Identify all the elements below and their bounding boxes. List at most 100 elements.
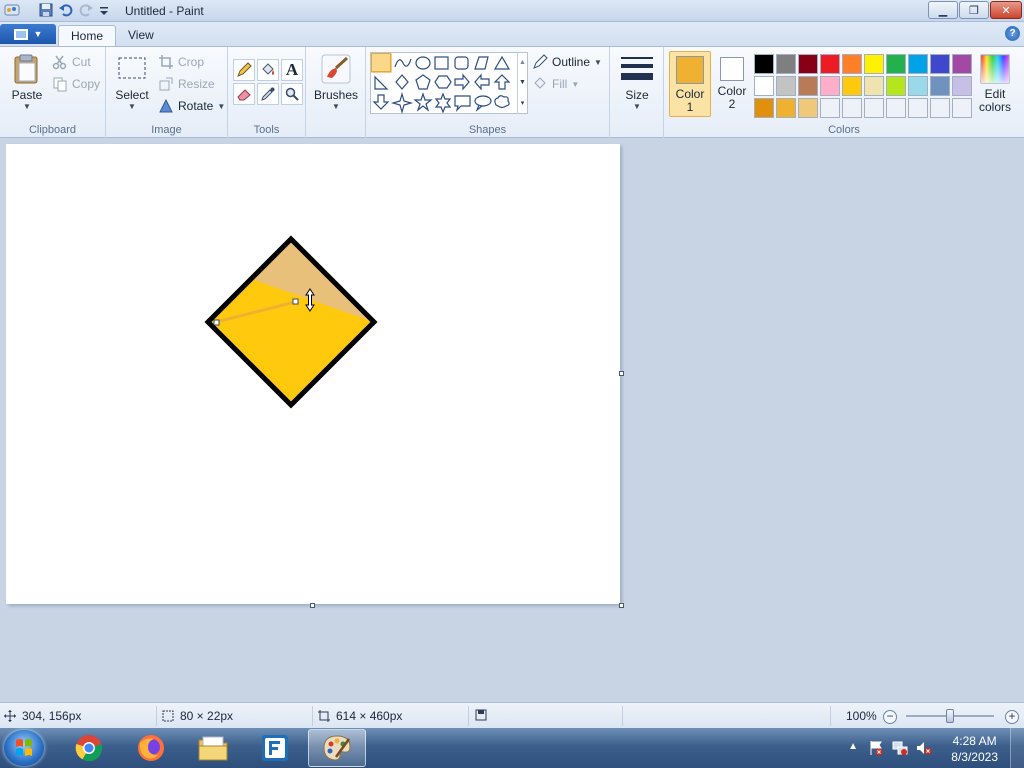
show-hidden-icons-icon[interactable]: ▲ — [848, 741, 858, 752]
palette-swatch[interactable] — [820, 76, 840, 96]
paste-button[interactable]: Paste ▼ — [8, 53, 46, 111]
start-button[interactable] — [4, 730, 44, 766]
palette-swatch[interactable] — [864, 54, 884, 74]
palette-swatch[interactable] — [930, 76, 950, 96]
palette-swatch[interactable] — [886, 54, 906, 74]
palette-swatch[interactable] — [754, 76, 774, 96]
cut-button[interactable]: Cut — [52, 53, 91, 71]
palette-swatch[interactable] — [908, 98, 928, 118]
paint-menu-button[interactable]: ▼ — [0, 24, 56, 44]
save-icon[interactable] — [38, 2, 54, 18]
palette-swatch[interactable] — [864, 98, 884, 118]
undo-icon[interactable] — [58, 2, 74, 18]
palette-swatch[interactable] — [776, 98, 796, 118]
palette-swatch[interactable] — [908, 76, 928, 96]
canvas-resize-handle-corner[interactable] — [619, 603, 624, 608]
resize-button[interactable]: Resize — [158, 75, 215, 93]
select-button[interactable]: Select ▼ — [114, 53, 150, 111]
customize-qat-icon[interactable] — [98, 2, 114, 18]
quick-access-toolbar — [4, 2, 114, 18]
palette-swatch[interactable] — [930, 54, 950, 74]
color1-button[interactable]: Color 1 — [669, 51, 711, 117]
restore-button[interactable]: ❐ — [959, 1, 989, 19]
color-picker-tool[interactable] — [257, 83, 279, 105]
palette-swatch[interactable] — [842, 76, 862, 96]
brushes-button[interactable]: Brushes ▼ — [314, 53, 358, 111]
palette-swatch[interactable] — [952, 54, 972, 74]
copy-button[interactable]: Copy — [52, 75, 100, 93]
chevron-down-icon: ▼ — [217, 101, 226, 111]
palette-swatch[interactable] — [820, 98, 840, 118]
shapes-scroll-up[interactable]: ▲ — [517, 53, 527, 73]
eraser-tool[interactable] — [233, 83, 255, 105]
taskbar-chrome[interactable] — [60, 729, 118, 767]
palette-swatch[interactable] — [842, 98, 862, 118]
colors-group: Color 1 Color 2 Edit colors Colors — [664, 47, 1024, 139]
zoom-in-button[interactable]: + — [1005, 710, 1019, 724]
magnifier-tool[interactable] — [281, 83, 303, 105]
chevron-down-icon: ▼ — [33, 29, 43, 39]
canvas-resize-handle-right[interactable] — [619, 371, 624, 376]
volume-muted-icon[interactable] — [916, 740, 932, 756]
palette-swatch[interactable] — [798, 54, 818, 74]
line-handle-start[interactable] — [213, 319, 220, 326]
taskbar-file-explorer[interactable] — [184, 729, 242, 767]
palette-swatch[interactable] — [952, 98, 972, 118]
palette-swatch[interactable] — [908, 54, 928, 74]
palette-swatch[interactable] — [886, 98, 906, 118]
palette-swatch[interactable] — [820, 54, 840, 74]
selection-size-icon — [162, 710, 174, 722]
crop-button[interactable]: Crop — [158, 53, 204, 71]
close-button[interactable]: ✕ — [990, 1, 1022, 19]
image-group-label: Image — [151, 124, 182, 136]
tab-home[interactable]: Home — [58, 25, 117, 46]
tab-view[interactable]: View — [116, 25, 166, 46]
paint-bucket-icon — [262, 63, 274, 75]
show-desktop-button[interactable] — [1010, 728, 1024, 768]
taskbar-app[interactable] — [246, 729, 304, 767]
fill-tool[interactable] — [257, 59, 279, 81]
text-tool[interactable]: A — [281, 59, 303, 81]
rotate-button[interactable]: Rotate ▼ — [158, 97, 225, 115]
minimize-button[interactable]: ▁ — [928, 1, 958, 19]
network-icon[interactable] — [892, 740, 908, 756]
outline-label: Outline — [552, 55, 591, 69]
palette-swatch[interactable] — [798, 76, 818, 96]
shape-line[interactable] — [371, 53, 391, 72]
palette-swatch[interactable] — [842, 54, 862, 74]
paint-app-icon[interactable] — [4, 2, 20, 18]
canvas-resize-handle-bottom[interactable] — [310, 603, 315, 608]
drawing-canvas[interactable] — [6, 144, 620, 604]
palette-swatch[interactable] — [776, 54, 796, 74]
zoom-slider-thumb[interactable] — [946, 709, 954, 723]
line-handle-end[interactable] — [292, 298, 299, 305]
palette-swatch[interactable] — [864, 76, 884, 96]
shapes-expand[interactable]: ▾ — [517, 93, 527, 114]
palette-swatch[interactable] — [776, 76, 796, 96]
color-spectrum-icon — [980, 54, 1010, 84]
shapes-scroll-down[interactable]: ▼ — [517, 73, 527, 93]
palette-swatch[interactable] — [952, 76, 972, 96]
fill-button[interactable]: Fill ▼ — [532, 75, 579, 93]
palette-swatch[interactable] — [798, 98, 818, 118]
clock[interactable]: 4:28 AM 8/3/2023 — [951, 733, 998, 765]
redo-icon[interactable] — [78, 2, 94, 18]
palette-swatch[interactable] — [754, 98, 774, 118]
taskbar-paint[interactable] — [308, 729, 366, 767]
palette-swatch[interactable] — [930, 98, 950, 118]
status-bar: 304, 156px 80 × 22px 614 × 460px 100% − … — [0, 702, 1024, 728]
color2-button[interactable]: Color 2 — [711, 51, 753, 117]
help-icon[interactable]: ? — [1005, 26, 1020, 41]
zoom-out-button[interactable]: − — [883, 710, 897, 724]
work-area[interactable] — [0, 139, 1024, 702]
size-button[interactable]: Size ▼ — [618, 53, 656, 111]
tools-group: A Tools — [228, 47, 306, 139]
edit-colors-button[interactable]: Edit colors — [976, 53, 1014, 114]
palette-swatch[interactable] — [754, 54, 774, 74]
zoom-level: 100% — [846, 709, 877, 723]
outline-button[interactable]: Outline ▼ — [532, 53, 602, 71]
pencil-tool[interactable] — [233, 59, 255, 81]
action-center-icon[interactable] — [868, 740, 884, 756]
palette-swatch[interactable] — [886, 76, 906, 96]
taskbar-firefox[interactable] — [122, 729, 180, 767]
